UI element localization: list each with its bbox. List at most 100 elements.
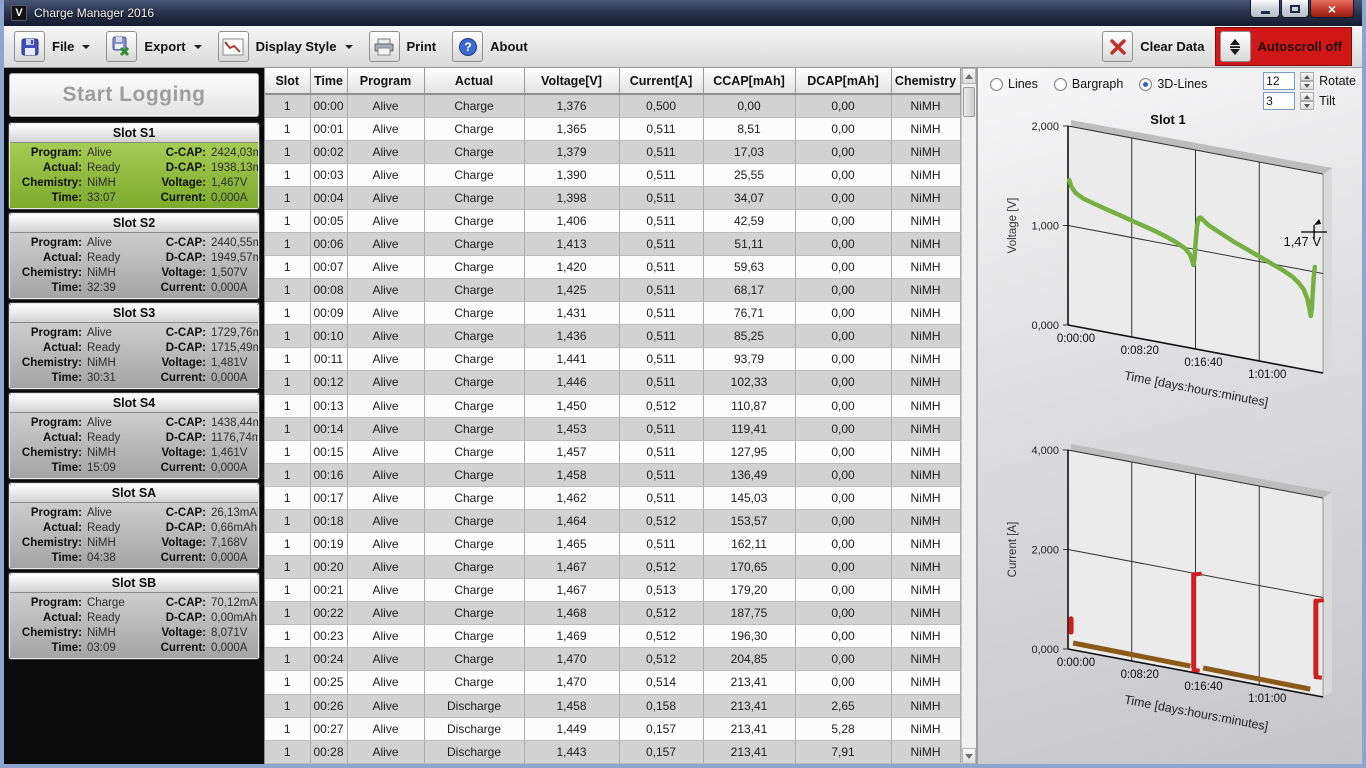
radio-3d-lines[interactable]: 3D-Lines [1139,77,1207,91]
table-row[interactable]: 100:15AliveCharge1,4570,511127,950,00NiM… [265,440,960,463]
autoscroll-toggle[interactable]: Autoscroll off [1215,27,1353,66]
scroll-up-button[interactable] [962,68,977,84]
maximize-button[interactable] [1281,0,1309,18]
table-cell: 110,87 [703,394,795,417]
table-row[interactable]: 100:01AliveCharge1,3650,5118,510,00NiMH [265,117,960,140]
table-cell: 00:06 [310,232,347,255]
slot-header[interactable]: Slot S1 [10,124,258,143]
voltage-chart[interactable]: 2,0001,0000,0000:00:000:08:200:16:401:01… [980,118,1360,438]
export-menu-label: Export [144,39,185,54]
table-scrollbar[interactable] [961,68,977,764]
slot-field-label: Chemistry: [12,177,82,189]
tilt-input[interactable]: 3 [1263,92,1295,110]
table-row[interactable]: 100:12AliveCharge1,4460,511102,330,00NiM… [265,371,960,394]
table-row[interactable]: 100:14AliveCharge1,4530,511119,410,00NiM… [265,417,960,440]
table-row[interactable]: 100:27AliveDischarge1,4490,157213,415,28… [265,717,960,740]
table-row[interactable]: 100:18AliveCharge1,4640,512153,570,00NiM… [265,509,960,532]
table-cell: Charge [424,602,524,625]
scrollbar-thumb[interactable] [963,87,976,117]
rotate-input[interactable]: 12 [1263,72,1295,90]
table-row[interactable]: 100:13AliveCharge1,4500,512110,870,00NiM… [265,394,960,417]
start-logging-button[interactable]: Start Logging [9,73,259,117]
clear-data-button[interactable]: Clear Data [1102,31,1204,62]
table-row[interactable]: 100:17AliveCharge1,4620,511145,030,00NiM… [265,486,960,509]
column-header[interactable]: Slot [265,68,310,94]
table-cell: 17,03 [703,140,795,163]
slot-header[interactable]: Slot SA [10,484,258,503]
slot-header[interactable]: Slot S2 [10,214,258,233]
table-cell: 153,57 [703,509,795,532]
table-cell: Alive [347,371,424,394]
table-cell: 1,420 [524,256,619,279]
scroll-down-button[interactable] [962,748,977,764]
spin-up-icon [1304,95,1310,99]
minimize-button[interactable] [1250,0,1280,18]
table-row[interactable]: 100:02AliveCharge1,3790,51117,030,00NiMH [265,140,960,163]
x-tick-label: 0:00:00 [1057,333,1095,345]
export-menu-button[interactable]: Export [106,31,201,62]
column-header[interactable]: Chemistry [891,68,960,94]
table-row[interactable]: 100:24AliveCharge1,4700,512204,850,00NiM… [265,648,960,671]
table-row[interactable]: 100:28AliveDischarge1,4430,157213,417,91… [265,740,960,763]
column-header[interactable]: DCAP[mAh] [795,68,891,94]
table-row[interactable]: 100:00AliveCharge1,3760,5000,000,00NiMH [265,94,960,117]
table-row[interactable]: 100:21AliveCharge1,4670,513179,200,00NiM… [265,579,960,602]
table-row[interactable]: 100:03AliveCharge1,3900,51125,550,00NiMH [265,163,960,186]
table-row[interactable]: 100:23AliveCharge1,4690,512196,300,00NiM… [265,625,960,648]
table-row[interactable]: 100:19AliveCharge1,4650,511162,110,00NiM… [265,532,960,555]
column-header[interactable]: Current[A] [619,68,703,94]
table-cell: 102,33 [703,371,795,394]
print-button[interactable]: Print [369,31,437,62]
current-chart[interactable]: 4,0002,0000,0000:00:000:08:200:16:401:01… [980,440,1360,764]
column-header[interactable]: CCAP[mAh] [703,68,795,94]
table-row[interactable]: 100:04AliveCharge1,3980,51134,070,00NiMH [265,186,960,209]
radio-bargraph[interactable]: Bargraph [1054,77,1123,91]
x-tick-label: 0:00:00 [1057,657,1095,669]
slot-field-label: Actual: [12,522,82,534]
slot-header[interactable]: Slot SB [10,574,258,593]
scrollbar-track[interactable] [962,84,977,748]
slot-field-label: Voltage: [142,177,206,189]
column-header[interactable]: Program [347,68,424,94]
table-cell: 1 [265,186,310,209]
column-header[interactable]: Voltage[V] [524,68,619,94]
table-row[interactable]: 100:20AliveCharge1,4670,512170,650,00NiM… [265,556,960,579]
about-button[interactable]: ? About [452,31,528,62]
table-cell: 119,41 [703,417,795,440]
table-cell: 0,00 [795,302,891,325]
radio-lines[interactable]: Lines [990,77,1038,91]
close-button[interactable]: × [1310,0,1354,18]
table-row[interactable]: 100:05AliveCharge1,4060,51142,590,00NiMH [265,209,960,232]
table-cell: 0,512 [619,556,703,579]
table-cell: 1 [265,232,310,255]
slot-card: Slot S1 Program:AliveC-CAP:2424,03mAhAct… [9,123,259,209]
column-header[interactable]: Actual [424,68,524,94]
table-row[interactable]: 100:11AliveCharge1,4410,51193,790,00NiMH [265,348,960,371]
column-header[interactable]: Time [310,68,347,94]
table-row[interactable]: 100:22AliveCharge1,4680,512187,750,00NiM… [265,602,960,625]
table-row[interactable]: 100:06AliveCharge1,4130,51151,110,00NiMH [265,232,960,255]
tilt-stepper[interactable] [1300,92,1314,110]
table-cell: 0,00 [795,209,891,232]
file-menu-button[interactable]: File [14,31,90,62]
table-cell: 00:15 [310,440,347,463]
slot-header[interactable]: Slot S3 [10,304,258,323]
table-row[interactable]: 100:09AliveCharge1,4310,51176,710,00NiMH [265,302,960,325]
table-cell: 0,511 [619,117,703,140]
slot-field-value: NiMH [82,447,142,459]
table-row[interactable]: 100:10AliveCharge1,4360,51185,250,00NiMH [265,325,960,348]
table-cell: 1,431 [524,302,619,325]
title-bar[interactable]: V Charge Manager 2016 × [4,0,1362,26]
table-row[interactable]: 100:26AliveDischarge1,4580,158213,412,65… [265,694,960,717]
table-row[interactable]: 100:08AliveCharge1,4250,51168,170,00NiMH [265,279,960,302]
table-row[interactable]: 100:16AliveCharge1,4580,511136,490,00NiM… [265,463,960,486]
table-row[interactable]: 100:25AliveCharge1,4700,514213,410,00NiM… [265,671,960,694]
table-cell: 0,511 [619,440,703,463]
table-cell: 1,406 [524,209,619,232]
table-cell: 162,11 [703,532,795,555]
rotate-stepper[interactable] [1300,72,1314,90]
table-row[interactable]: 100:07AliveCharge1,4200,51159,630,00NiMH [265,256,960,279]
display-style-menu-button[interactable]: Display Style [218,31,353,62]
spin-up-icon [1304,75,1310,79]
slot-header[interactable]: Slot S4 [10,394,258,413]
